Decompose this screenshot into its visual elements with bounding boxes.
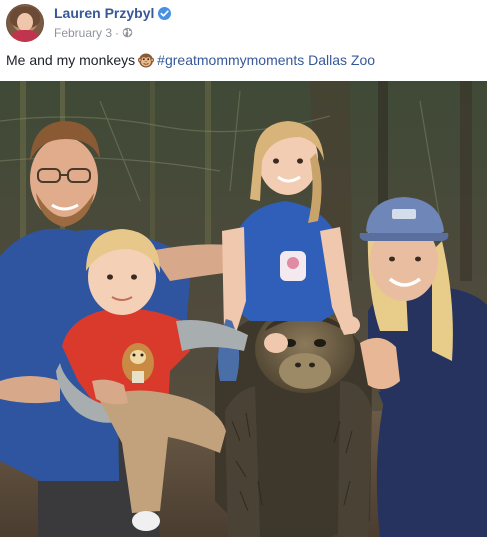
author-name-link[interactable]: Lauren Przybyl	[54, 5, 172, 21]
post-date-link[interactable]: February 3	[54, 26, 112, 40]
avatar-face	[17, 13, 33, 31]
hashtag-link[interactable]: #greatmommymoments	[157, 52, 304, 68]
globe-icon[interactable]	[122, 27, 133, 38]
caption-text: Me and my monkeys	[6, 52, 136, 68]
facebook-post: Lauren Przybyl February 3 · Me and my mon…	[0, 0, 487, 537]
monkey-face-icon	[137, 52, 155, 68]
post-meta: February 3 ·	[54, 26, 133, 40]
author-name[interactable]: Lauren Przybyl	[54, 5, 154, 21]
post-photo[interactable]	[0, 81, 487, 537]
post-header: Lauren Przybyl February 3 ·	[0, 0, 487, 48]
author-avatar[interactable]	[6, 4, 44, 42]
meta-separator: ·	[115, 26, 120, 40]
location-link[interactable]: Dallas Zoo	[308, 52, 375, 68]
post-caption: Me and my monkeys #greatmommymoments Dall…	[6, 52, 375, 68]
photo-scene	[0, 81, 487, 537]
verified-badge-icon	[158, 7, 172, 20]
avatar-shirt	[12, 30, 38, 42]
